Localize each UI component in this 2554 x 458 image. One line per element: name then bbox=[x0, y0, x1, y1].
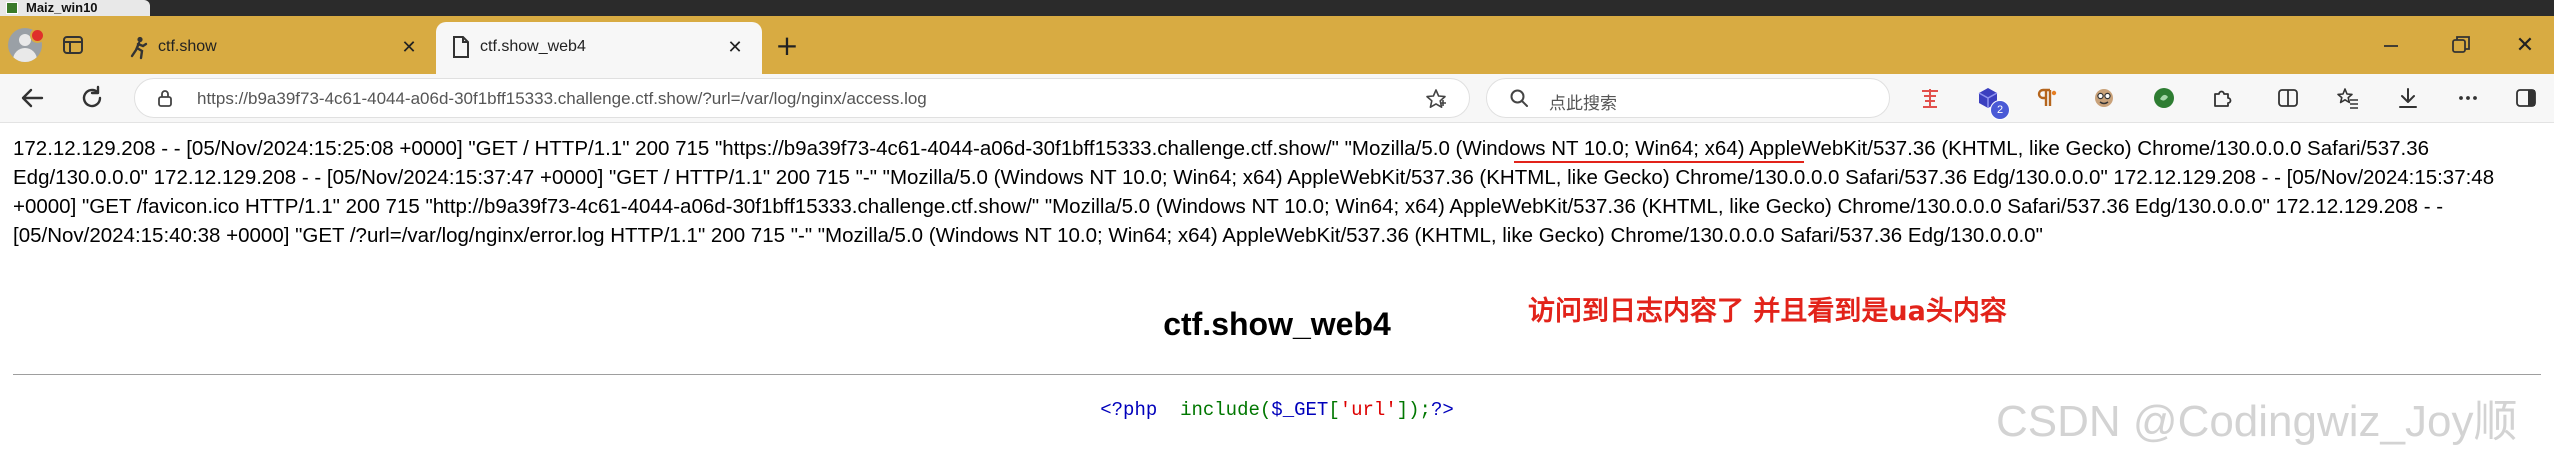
more-menu-icon[interactable] bbox=[2454, 84, 2482, 112]
tab-label: ctf.show_web4 bbox=[480, 38, 586, 55]
favorites-icon[interactable] bbox=[2334, 84, 2362, 112]
notification-dot-icon bbox=[30, 28, 45, 43]
search-placeholder: 点此搜索 bbox=[1549, 94, 1617, 114]
sidebar-toggle-icon[interactable] bbox=[2512, 84, 2540, 112]
tab-label: ctf.show bbox=[158, 38, 217, 55]
code-key: 'url' bbox=[1339, 399, 1397, 421]
browser-tab-bar: ctf.show ✕ ctf.show_web4 ✕ + ✕ bbox=[0, 16, 2554, 74]
extension-badge: 2 bbox=[1990, 100, 2010, 120]
address-bar[interactable]: https://b9a39f73-4c61-4044-a06d-30f1bff1… bbox=[134, 78, 1470, 118]
new-tab-button[interactable]: + bbox=[772, 29, 802, 62]
split-screen-icon[interactable] bbox=[2274, 84, 2302, 112]
face-extension-icon[interactable] bbox=[2090, 84, 2118, 112]
close-tab-icon[interactable]: ✕ bbox=[396, 34, 422, 60]
host-window-strip: Maiz_win10 bbox=[0, 0, 2554, 16]
green-extension-icon[interactable] bbox=[2150, 84, 2178, 112]
lock-icon[interactable] bbox=[155, 88, 175, 108]
php-open-tag: <?php bbox=[1100, 399, 1158, 421]
runner-icon bbox=[128, 36, 150, 60]
tab-actions-icon[interactable] bbox=[62, 34, 84, 56]
search-box[interactable]: 点此搜索 bbox=[1486, 78, 1890, 118]
php-close-tag: ?> bbox=[1430, 399, 1454, 421]
host-window-tab[interactable]: Maiz_win10 bbox=[0, 0, 150, 16]
code-function: include bbox=[1180, 399, 1260, 421]
tab-ctf-show[interactable]: ctf.show ✕ bbox=[112, 22, 436, 74]
back-arrow-icon[interactable] bbox=[18, 84, 46, 112]
annotation-underline bbox=[1514, 161, 1804, 163]
extensions-puzzle-icon[interactable] bbox=[2208, 84, 2236, 112]
search-icon bbox=[1509, 88, 1529, 108]
reload-icon[interactable] bbox=[78, 84, 106, 112]
access-log-text: 172.12.129.208 - - [05/Nov/2024:15:25:08… bbox=[13, 137, 2495, 247]
close-tab-icon[interactable]: ✕ bbox=[722, 34, 748, 60]
paragraph-extension-icon[interactable] bbox=[2032, 84, 2060, 112]
code-paren-open: ( bbox=[1259, 399, 1272, 421]
code-bracket-close: ] bbox=[1396, 399, 1409, 421]
close-window-icon[interactable]: ✕ bbox=[2512, 32, 2538, 58]
restore-icon[interactable] bbox=[2448, 34, 2474, 56]
host-window-title: Maiz_win10 bbox=[26, 0, 98, 15]
translate-extension-icon[interactable] bbox=[1916, 84, 1944, 112]
watermark: CSDN @Codingwiz_Joy顺 bbox=[1996, 397, 2518, 446]
address-url[interactable]: https://b9a39f73-4c61-4044-a06d-30f1bff1… bbox=[197, 89, 927, 109]
horizontal-rule bbox=[13, 374, 2541, 375]
tab-ctf-show-web4[interactable]: ctf.show_web4 ✕ bbox=[436, 22, 762, 74]
annotation-note: 访问到日志内容了 并且看到是ua头内容 bbox=[1528, 296, 2007, 327]
downloads-icon[interactable] bbox=[2394, 84, 2422, 112]
code-paren-close: ) bbox=[1408, 399, 1420, 421]
page-content: 172.12.129.208 - - [05/Nov/2024:15:25:08… bbox=[0, 123, 2554, 458]
browser-toolbar: https://b9a39f73-4c61-4044-a06d-30f1bff1… bbox=[0, 74, 2554, 123]
code-variable: $_GET bbox=[1271, 399, 1329, 421]
document-icon bbox=[452, 36, 470, 58]
minimize-icon[interactable] bbox=[2378, 36, 2404, 56]
page-title: ctf.show_web4 bbox=[1163, 306, 1391, 342]
star-icon[interactable] bbox=[1425, 88, 1447, 110]
vm-icon bbox=[6, 2, 18, 14]
code-semicolon: ; bbox=[1419, 399, 1431, 421]
code-bracket-open: [ bbox=[1328, 399, 1340, 421]
